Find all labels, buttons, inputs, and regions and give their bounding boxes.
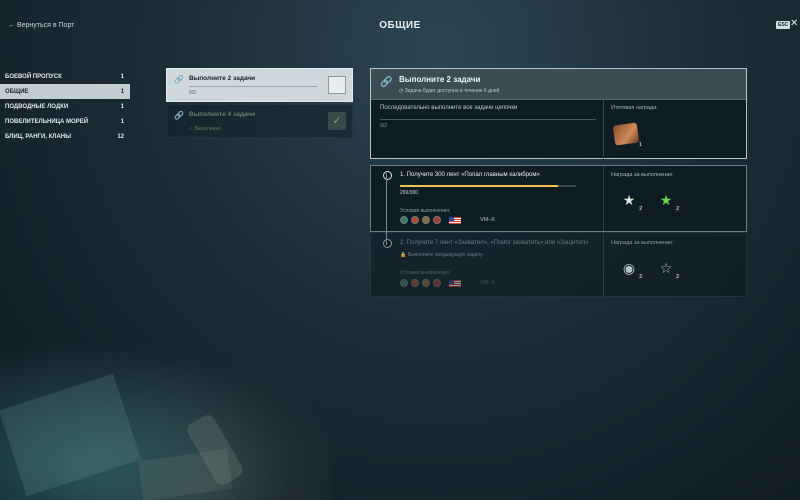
task-node-icon: [383, 239, 392, 248]
sidebar-item-submarines[interactable]: ПОДВОДНЫЕ ЛОДКИ 1: [0, 99, 130, 114]
reward-count: 2: [675, 274, 680, 280]
conditions-row: VIII–X: [400, 279, 495, 287]
task-list: 1. Получите 300 лент «Попал главным кали…: [370, 165, 747, 297]
locked-status-text: 🔒 Выполните предыдущую задачу: [400, 252, 483, 258]
conditions-label: Условия выполнения:: [400, 208, 451, 214]
sidebar-item-count: 12: [117, 133, 124, 140]
background-document: [137, 448, 233, 500]
sidebar-item-label: БЛИЦ, РАНГИ, КЛАНЫ: [5, 133, 72, 140]
task-node-icon: [383, 171, 392, 180]
nation-icon: [422, 279, 430, 287]
availability-text: ◷ Задача будет доступна в течение 6 дней: [399, 88, 500, 94]
esc-key-hint: ESC: [776, 21, 791, 29]
chain-progress-bar: [189, 86, 317, 87]
task-progress-bar: [400, 185, 576, 187]
chain-detail-panel: 🔗 Выполните 2 задачи ◷ Задача будет дост…: [370, 68, 747, 159]
sidebar-item-battle-pass[interactable]: БОЕВОЙ ПРОПУСК 1: [0, 69, 130, 84]
sidebar-item-count: 1: [120, 103, 124, 110]
divider: [603, 100, 604, 159]
sidebar-item-label: ОБЩИЕ: [5, 88, 29, 95]
task-title: 2. Получите 7 лент «Захватил», «Помог за…: [400, 240, 589, 246]
detail-header: 🔗 Выполните 2 задачи ◷ Задача будет дост…: [371, 69, 746, 100]
conditions-label: Условия выполнения:: [400, 270, 451, 276]
reward-count: 2: [638, 274, 643, 280]
conditions-row: VIII–X: [400, 216, 495, 224]
detail-description: Последовательно выполните все задачи цеп…: [380, 105, 518, 111]
container-reward-icon: [328, 76, 346, 94]
chain-card-completed[interactable]: 🔗 Выполните 4 задачи ✓ Выполнено ✓: [166, 104, 353, 138]
background-art: [0, 320, 330, 500]
nation-icon: [411, 279, 419, 287]
page-title: ОБЩИЕ: [379, 20, 421, 31]
background-tube: [184, 412, 246, 488]
task-progress-fill: [400, 185, 558, 187]
divider: [603, 233, 604, 296]
reward-count: 2: [638, 206, 643, 212]
tier-range: VIII–X: [480, 217, 495, 223]
star-icon[interactable]: ☆ 2: [656, 258, 680, 280]
link-icon: 🔗: [380, 77, 393, 88]
top-bar: ← Вернуться в Порт ОБЩИЕ ESC ✕: [0, 0, 800, 50]
task-title: 1. Получите 300 лент «Попал главным кали…: [400, 172, 540, 178]
chain-status-text: ✓ Выполнено: [189, 126, 221, 132]
task-item-locked: 2. Получите 7 лент «Захватил», «Помог за…: [370, 232, 747, 297]
divider: [603, 166, 604, 231]
nation-icon: [400, 216, 408, 224]
final-reward-label: Итоговая награда:: [611, 105, 658, 111]
background-map-paper: [0, 373, 141, 497]
usa-flag-icon: [449, 279, 461, 287]
link-icon: 🔗: [174, 75, 184, 84]
nation-icon: [400, 279, 408, 287]
nation-icon: [422, 216, 430, 224]
sidebar-item-label: ПОВЕЛИТЕЛЬНИЦА МОРЕЙ: [5, 118, 89, 125]
task-reward-label: Награда за выполнение:: [611, 172, 674, 178]
link-icon: 🔗: [174, 111, 184, 120]
usa-flag-icon: [449, 216, 461, 224]
category-sidebar: БОЕВОЙ ПРОПУСК 1 ОБЩИЕ 1 ПОДВОДНЫЕ ЛОДКИ…: [0, 69, 130, 144]
task-reward-label: Награда за выполнение:: [611, 240, 674, 246]
nation-icon: [411, 216, 419, 224]
task-item: 1. Получите 300 лент «Попал главным кали…: [370, 165, 747, 232]
checkmark-icon: ✓: [328, 112, 346, 130]
chain-title: Выполните 4 задачи: [189, 111, 256, 118]
sidebar-item-label: ПОДВОДНЫЕ ЛОДКИ: [5, 103, 69, 110]
nation-icon: [433, 279, 441, 287]
detail-title: Выполните 2 задачи: [399, 75, 481, 84]
sidebar-item-label: БОЕВОЙ ПРОПУСК: [5, 73, 62, 80]
detail-progress-bar: [380, 119, 596, 120]
close-icon[interactable]: ✕: [790, 18, 798, 29]
commander-xp-star-icon[interactable]: ★ 2: [619, 190, 643, 212]
reward-count: 2: [675, 206, 680, 212]
sidebar-item-count: 1: [120, 88, 124, 95]
coin-token-icon[interactable]: ◉ 2: [619, 258, 643, 280]
task-progress-text: 269/300: [400, 190, 419, 196]
nation-icon: [433, 216, 441, 224]
detail-progress-text: 0/2: [380, 123, 387, 129]
sidebar-item-general[interactable]: ОБЩИЕ 1: [0, 84, 130, 99]
chain-connector-line: [386, 173, 387, 245]
supply-crate-icon[interactable]: [612, 122, 640, 146]
sidebar-item-ruler-of-seas[interactable]: ПОВЕЛИТЕЛЬНИЦА МОРЕЙ 1: [0, 114, 130, 129]
chain-progress-text: 0/2: [189, 90, 196, 96]
green-star-icon[interactable]: ★ 2: [656, 190, 680, 212]
reward-count: 1: [639, 142, 642, 148]
sidebar-item-count: 1: [120, 73, 124, 80]
tier-range: VIII–X: [480, 280, 495, 286]
sidebar-item-count: 1: [120, 118, 124, 125]
chain-title: Выполните 2 задачи: [189, 75, 256, 82]
sidebar-item-blitz-ranked-clans[interactable]: БЛИЦ, РАНГИ, КЛАНЫ 12: [0, 129, 130, 144]
chain-card-selected[interactable]: 🔗 Выполните 2 задачи 0/2: [166, 68, 353, 102]
